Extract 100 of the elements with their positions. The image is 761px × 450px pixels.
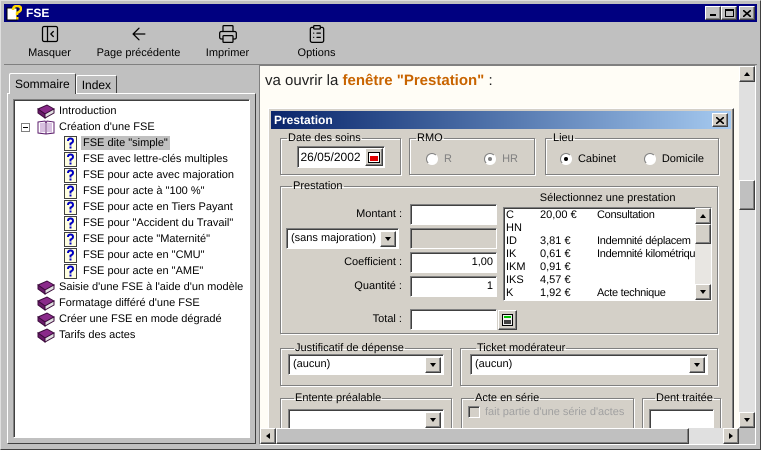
tree-item[interactable]: FSE pour acte en Tiers Payant — [81, 200, 235, 214]
group-label: Lieu — [552, 132, 575, 144]
printer-icon — [218, 24, 238, 44]
toolbar-button[interactable]: Imprimer — [183, 22, 272, 64]
scroll-up-button[interactable] — [695, 208, 712, 224]
help-page-icon — [64, 248, 76, 262]
copayment-select[interactable]: (aucun) — [470, 354, 708, 375]
scroll-up-button[interactable] — [739, 66, 755, 82]
dialog-close-button[interactable] — [712, 113, 728, 127]
tree-item[interactable]: FSE pour "Accident du Travail" — [81, 216, 236, 230]
scroll-down-button[interactable] — [739, 412, 755, 428]
help-page-icon — [64, 152, 76, 166]
help-page-icon — [64, 200, 76, 214]
calendar-icon — [368, 151, 380, 163]
dialog-title: Prestation — [274, 112, 333, 129]
scroll-thumb[interactable] — [695, 224, 712, 244]
scroll-right-button[interactable] — [723, 428, 739, 444]
book-icon — [37, 328, 55, 342]
calendar-button[interactable] — [364, 148, 382, 166]
triangle-icon — [693, 360, 701, 368]
date-field[interactable]: 26/05/2002 — [296, 146, 384, 168]
triangle-icon — [699, 212, 708, 220]
collapse-toggle[interactable] — [20, 122, 30, 132]
coefficient-field[interactable]: 1,00 — [410, 252, 497, 273]
help-page-icon — [64, 168, 76, 182]
tree-item[interactable]: Formatage différé d'une FSE — [57, 296, 202, 310]
maximize-icon — [724, 9, 734, 17]
minimize-button[interactable] — [705, 6, 721, 20]
scroll-down-button[interactable] — [695, 284, 712, 300]
scroll-thumb[interactable] — [739, 180, 755, 210]
triangle-icon — [743, 70, 751, 78]
vertical-scrollbar[interactable] — [739, 66, 755, 428]
list-row[interactable]: K 1,92 € Acte technique — [506, 287, 696, 300]
total-field[interactable] — [410, 309, 497, 330]
list-row[interactable]: IKM 0,91 € — [506, 261, 696, 274]
tree-item[interactable]: FSE pour acte à "100 %" — [81, 184, 207, 198]
maximize-button[interactable] — [721, 6, 737, 20]
help-page-icon — [64, 216, 76, 230]
tree-item[interactable]: Tarifs des actes — [57, 328, 138, 342]
clipboard-icon — [306, 24, 326, 44]
tree-item[interactable]: FSE pour acte avec majoration — [81, 168, 236, 182]
group-label: Date des soins — [287, 132, 362, 144]
tree-item[interactable]: FSE pour acte en "CMU" — [81, 248, 207, 262]
tree-item[interactable]: Création d'une FSE — [57, 120, 157, 134]
help-page-icon — [64, 232, 76, 246]
amount-field[interactable] — [410, 204, 497, 225]
toolbar-button[interactable]: Masquer — [5, 22, 94, 64]
list-row[interactable]: IK 0,61 € Indemnité kilométriqu — [506, 248, 696, 261]
tree-item[interactable]: Introduction — [57, 104, 118, 118]
group-label: Dent traitée — [655, 392, 714, 404]
toolbar-button[interactable]: Options — [272, 22, 361, 64]
calculator-icon — [502, 314, 513, 326]
list-row[interactable]: HN — [506, 222, 696, 235]
radio-button[interactable] — [560, 153, 572, 165]
help-page-icon — [64, 136, 76, 150]
field-label: Montant : — [356, 207, 402, 222]
help-page-icon — [64, 264, 76, 278]
field-label: Total : — [372, 312, 402, 328]
triangle-icon — [429, 360, 437, 368]
tree-item[interactable]: Saisie d'une FSE à l'aide d'un modèle — [57, 280, 246, 294]
radio-option[interactable]: Cabinet — [560, 150, 616, 168]
book-icon — [37, 296, 55, 310]
field-label: Quantité : — [354, 279, 402, 294]
tree-item[interactable]: FSE pour acte "Maternité" — [81, 232, 212, 246]
list-row[interactable]: C 20,00 € Consultation — [506, 209, 696, 222]
triangle-icon — [429, 416, 437, 424]
list-title: Sélectionnez une prestation — [538, 192, 676, 204]
tooth-field[interactable] — [649, 409, 714, 428]
calculator-button[interactable] — [498, 310, 517, 330]
triangle-icon — [699, 288, 708, 296]
tree-item[interactable]: FSE pour acte en "AME" — [81, 264, 206, 278]
group-label: Prestation — [292, 180, 344, 192]
quantity-field[interactable]: 1 — [410, 276, 497, 297]
intro-text: va ouvrir la fenêtre "Prestation" : — [265, 72, 494, 90]
expense-select[interactable]: (aucun) — [288, 354, 444, 375]
triangle-icon — [264, 432, 272, 440]
triangle-icon — [384, 234, 392, 242]
group-label: Ticket modérateur — [476, 342, 566, 354]
group-label: Entente préalable — [294, 392, 382, 404]
tree-item[interactable]: FSE dite "simple" — [81, 136, 170, 150]
group-label: Acte en série — [474, 392, 540, 404]
radio-button[interactable] — [644, 153, 656, 165]
scroll-left-button[interactable] — [260, 428, 276, 444]
toolbar-button[interactable]: Page précédente — [94, 22, 183, 64]
group-label: RMO — [416, 132, 444, 144]
tab[interactable]: Index — [76, 75, 118, 93]
list-scrollbar[interactable] — [695, 208, 712, 300]
radio-option[interactable]: Domicile — [644, 150, 704, 168]
surcharge-field[interactable] — [410, 228, 497, 249]
close-button[interactable] — [739, 6, 755, 20]
close-icon — [716, 116, 724, 124]
help-page-icon — [64, 184, 76, 198]
list-row[interactable]: ID 3,81 € Indemnité déplacem — [506, 235, 696, 248]
list-row[interactable]: IKS 4,57 € — [506, 274, 696, 287]
agreement-select[interactable] — [288, 409, 444, 428]
tree-item[interactable]: FSE avec lettre-clés multiples — [81, 152, 230, 166]
surcharge-select[interactable]: (sans majoration) — [286, 228, 399, 249]
minimize-icon — [710, 14, 716, 16]
tab[interactable]: Sommaire — [9, 73, 76, 94]
tree-item[interactable]: Créer une FSE en mode dégradé — [57, 312, 224, 326]
